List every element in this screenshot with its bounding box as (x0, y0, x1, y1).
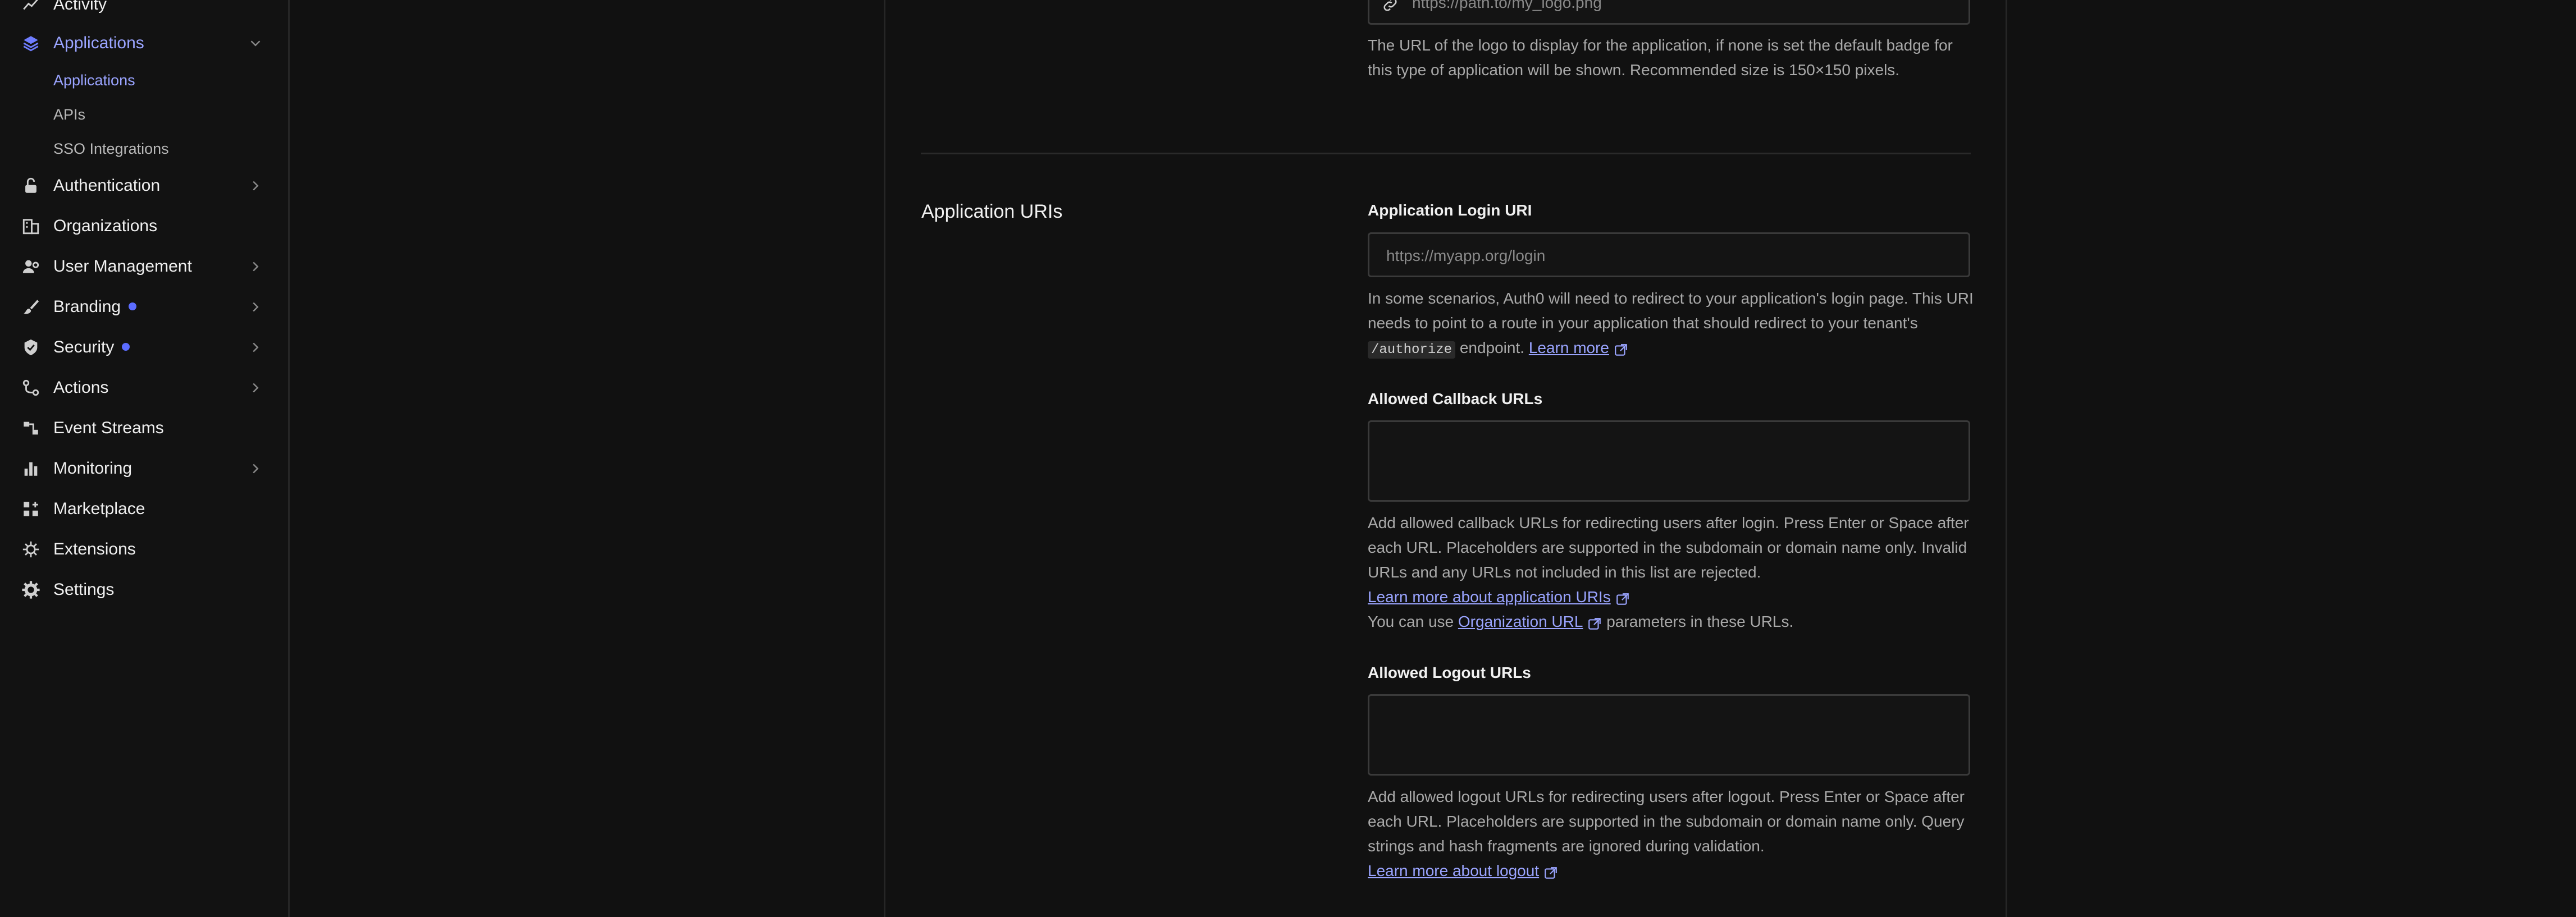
applications-icon (21, 34, 40, 53)
sidebar-item-user-management[interactable]: User Management (0, 250, 288, 283)
notification-dot (129, 302, 137, 311)
event-streams-icon (21, 419, 40, 438)
section-divider (921, 153, 1971, 154)
sidebar-item-applications[interactable]: Applications (0, 26, 288, 60)
activity-icon (21, 0, 40, 14)
login-uri-placeholder: https://myapp.org/login (1386, 247, 1546, 264)
logout-urls-label: Allowed Logout URLs (1368, 664, 1531, 681)
sidebar-item-settings[interactable]: Settings (0, 573, 288, 607)
logout-urls-help: Add allowed logout URLs for redirecting … (1368, 788, 1965, 879)
logo-url-input[interactable]: https://path.to/my_logo.png (1368, 0, 1970, 25)
sidebar-item-label: Actions (53, 378, 109, 397)
callback-urls-label: Allowed Callback URLs (1368, 390, 1543, 407)
external-link-icon (1587, 614, 1602, 630)
sidebar-subitem-apis[interactable]: APIs (53, 106, 85, 123)
callback-urls-textarea[interactable] (1368, 420, 1970, 502)
sidebar-item-security[interactable]: Security (0, 331, 288, 364)
sidebar-item-event-streams[interactable]: Event Streams (0, 411, 288, 445)
chevron-right-icon[interactable] (247, 177, 264, 194)
sidebar-subitem-sso-integrations[interactable]: SSO Integrations (53, 140, 169, 158)
marketplace-icon (21, 499, 40, 519)
chevron-right-icon[interactable] (247, 379, 264, 396)
logo-url-placeholder: https://path.to/my_logo.png (1412, 0, 1602, 11)
sidebar-item-marketplace[interactable]: Marketplace (0, 492, 288, 526)
shield-icon (21, 338, 40, 357)
sidebar-item-label: Security (53, 338, 130, 357)
content-border-left (884, 0, 885, 917)
sidebar-item-label: User Management (53, 257, 192, 276)
sidebar-item-label: Activity (53, 0, 107, 13)
sidebar: Activity Applications Applications APIs … (0, 0, 290, 917)
external-link-icon (1543, 863, 1558, 879)
chevron-right-icon[interactable] (247, 299, 264, 315)
lock-icon (21, 176, 40, 195)
login-uri-learn-more-link[interactable]: Learn more (1529, 339, 1609, 356)
sidebar-item-organizations[interactable]: Organizations (0, 209, 288, 243)
callback-urls-help: Add allowed callback URLs for redirectin… (1368, 514, 1969, 630)
chevron-right-icon[interactable] (247, 339, 264, 356)
sidebar-item-extensions[interactable]: Extensions (0, 533, 288, 566)
sidebar-item-activity[interactable]: Activity (0, 0, 288, 21)
sidebar-item-label: Marketplace (53, 499, 145, 518)
logout-urls-textarea[interactable] (1368, 694, 1970, 776)
external-link-icon (1615, 589, 1630, 605)
sidebar-item-label: Event Streams (53, 419, 164, 437)
login-uri-help: In some scenarios, Auth0 will need to re… (1368, 290, 1974, 359)
sidebar-item-label: Extensions (53, 540, 136, 558)
sidebar-subitem-applications[interactable]: Applications (53, 72, 135, 89)
organization-url-link[interactable]: Organization URL (1458, 613, 1583, 630)
logo-help-text: The URL of the logo to display for the a… (1368, 36, 1953, 79)
sidebar-item-label: Organizations (53, 217, 158, 235)
sidebar-item-label: Branding (53, 297, 137, 317)
sidebar-item-monitoring[interactable]: Monitoring (0, 452, 288, 485)
sidebar-item-label: Settings (53, 580, 115, 599)
extensions-icon (21, 540, 40, 559)
sidebar-item-label: Monitoring (53, 459, 133, 478)
link-icon (1382, 0, 1399, 13)
notification-dot (122, 343, 130, 351)
chevron-right-icon[interactable] (247, 258, 264, 275)
content-border-right (2006, 0, 2007, 917)
actions-icon (21, 378, 40, 397)
chevron-right-icon[interactable] (247, 460, 264, 477)
sidebar-item-branding[interactable]: Branding (0, 290, 288, 324)
gear-icon (21, 580, 40, 599)
application-uris-learn-more-link[interactable]: Learn more about application URIs (1368, 588, 1611, 606)
login-uri-label: Application Login URI (1368, 201, 1532, 219)
external-link-icon (1614, 340, 1628, 356)
chevron-down-icon[interactable] (247, 35, 264, 52)
section-title-application-uris: Application URIs (921, 201, 1063, 222)
sidebar-item-actions[interactable]: Actions (0, 371, 288, 405)
authorize-code: /authorize (1368, 341, 1456, 359)
login-uri-input[interactable]: https://myapp.org/login (1368, 232, 1970, 277)
sidebar-item-label: Authentication (53, 176, 161, 195)
logout-learn-more-link[interactable]: Learn more about logout (1368, 862, 1539, 879)
bar-chart-icon (21, 459, 40, 478)
users-icon (21, 257, 40, 276)
sidebar-item-authentication[interactable]: Authentication (0, 169, 288, 203)
brush-icon (21, 297, 40, 317)
sidebar-item-label: Applications (53, 34, 144, 52)
building-icon (21, 217, 40, 236)
